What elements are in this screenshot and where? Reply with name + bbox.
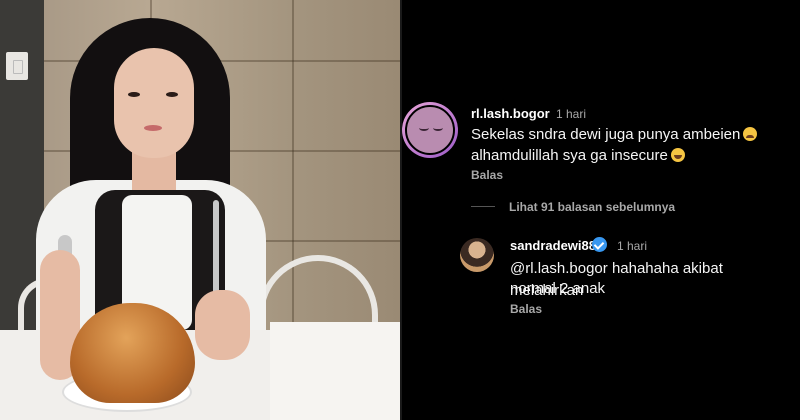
replies-line	[471, 206, 495, 207]
eye	[166, 92, 178, 97]
photo-panel	[0, 0, 400, 420]
reply-time: 1 hari	[617, 239, 648, 253]
reply-button[interactable]: Balas	[510, 302, 542, 316]
commenter-avatar[interactable]	[402, 102, 458, 158]
laughing-face-icon	[670, 148, 685, 162]
crying-face-icon	[743, 127, 758, 141]
eye	[128, 92, 140, 97]
comment-text: Sekelas sndra dewi juga punya ambeien	[471, 126, 741, 143]
comment-time: 1 hari	[556, 107, 587, 121]
reply-button[interactable]: Balas	[471, 168, 503, 182]
verified-badge-icon	[592, 237, 607, 252]
comment-text-line-2: alhamdulillah sya ga insecure	[471, 145, 685, 167]
fork	[213, 200, 219, 300]
avatar-image	[405, 105, 455, 155]
light-switch	[6, 52, 28, 80]
view-previous-replies[interactable]: Lihat 91 balasan sebelumnya	[509, 200, 675, 214]
reply-text-line-2: normal 2 anak	[510, 280, 606, 297]
comment-text-line-1: Sekelas sndra dewi juga punya ambeien	[471, 124, 758, 146]
table-corner	[270, 322, 400, 420]
comment-text: alhamdulillah sya ga insecure	[471, 147, 668, 164]
comment-username[interactable]: rl.lash.bogor	[471, 106, 550, 121]
reply-username[interactable]: sandradewi88	[510, 238, 596, 253]
right-hand	[195, 290, 250, 360]
divider	[400, 0, 402, 420]
face	[114, 48, 194, 158]
lips	[144, 125, 162, 131]
reply-avatar[interactable]	[460, 238, 494, 272]
